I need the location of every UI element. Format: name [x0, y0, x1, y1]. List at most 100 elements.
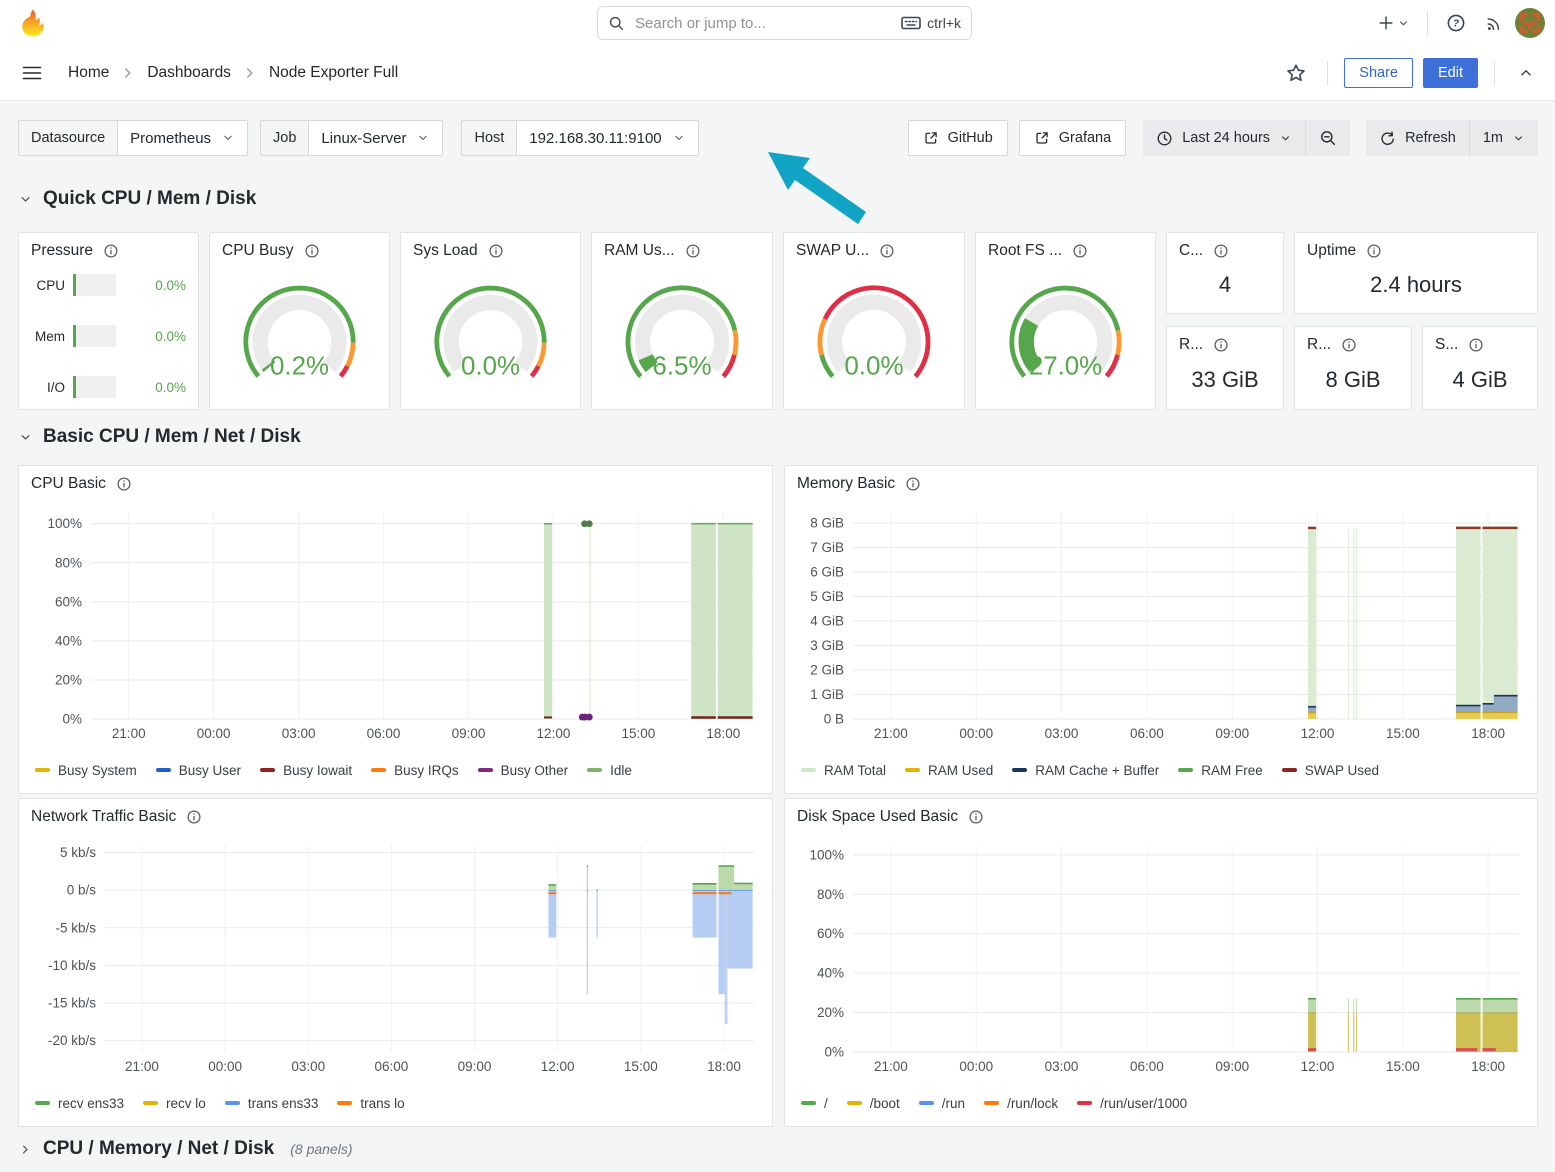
- info-icon[interactable]: [1213, 337, 1229, 353]
- divider: [1494, 61, 1495, 85]
- svg-text:0 B: 0 B: [824, 712, 844, 727]
- svg-text:21:00: 21:00: [112, 726, 146, 741]
- legend-item[interactable]: recv lo: [143, 1096, 206, 1111]
- legend-item[interactable]: trans lo: [337, 1096, 404, 1111]
- legend-item[interactable]: RAM Used: [905, 763, 993, 778]
- refresh-button[interactable]: Refresh: [1366, 120, 1469, 156]
- external-link-icon: [923, 130, 939, 146]
- panel-title[interactable]: C...: [1179, 242, 1203, 260]
- panel-memory-basic: Memory Basic 21:0000:0003:0006:0009:0012…: [784, 465, 1538, 794]
- panel-title[interactable]: Memory Basic: [797, 475, 895, 493]
- variable-label: Job: [260, 120, 308, 156]
- time-range-picker[interactable]: Last 24 hours: [1143, 120, 1305, 156]
- legend-label: RAM Free: [1201, 763, 1263, 778]
- new-button[interactable]: [1373, 7, 1414, 39]
- edit-button[interactable]: Edit: [1423, 58, 1478, 88]
- breadcrumb-dashboards[interactable]: Dashboards: [147, 64, 231, 82]
- svg-text:03:00: 03:00: [1045, 726, 1079, 741]
- favorite-button[interactable]: [1281, 57, 1311, 89]
- svg-text:18:00: 18:00: [707, 1059, 741, 1074]
- panel-title[interactable]: R...: [1179, 336, 1203, 354]
- breadcrumb-home[interactable]: Home: [68, 64, 109, 82]
- info-icon[interactable]: [1468, 337, 1484, 353]
- svg-text:21:00: 21:00: [874, 1059, 908, 1074]
- info-icon[interactable]: [1366, 243, 1382, 259]
- section-basic-cpu-mem-net-disk[interactable]: Basic CPU / Mem / Net / Disk: [18, 426, 301, 448]
- info-icon[interactable]: [1072, 243, 1088, 259]
- host-select[interactable]: 192.168.30.11:9100: [516, 120, 698, 156]
- grafana-logo-icon[interactable]: [18, 8, 48, 38]
- legend-item[interactable]: /run/user/1000: [1077, 1096, 1187, 1111]
- refresh-interval-select[interactable]: 1m: [1470, 120, 1538, 156]
- info-icon[interactable]: [905, 476, 921, 492]
- legend-item[interactable]: Busy Iowait: [260, 763, 352, 778]
- info-icon[interactable]: [186, 809, 202, 825]
- panel-title[interactable]: R...: [1307, 336, 1331, 354]
- menu-toggle-icon[interactable]: [20, 61, 44, 85]
- panel-title[interactable]: RAM Us...: [604, 242, 675, 260]
- legend-item[interactable]: recv ens33: [35, 1096, 124, 1111]
- panel-title[interactable]: Root FS ...: [988, 242, 1062, 260]
- panel-title[interactable]: SWAP U...: [796, 242, 869, 260]
- search-input[interactable]: [633, 14, 893, 33]
- info-icon[interactable]: [968, 809, 984, 825]
- info-icon[interactable]: [879, 243, 895, 259]
- legend-item[interactable]: RAM Cache + Buffer: [1012, 763, 1159, 778]
- job-select[interactable]: Linux-Server: [308, 120, 443, 156]
- collapse-toolbar-button[interactable]: [1511, 57, 1541, 89]
- svg-text:0%: 0%: [824, 1045, 844, 1060]
- legend-item[interactable]: /boot: [847, 1096, 900, 1111]
- github-link-button[interactable]: GitHub: [908, 120, 1008, 156]
- svg-text:6 GiB: 6 GiB: [810, 565, 844, 580]
- info-icon[interactable]: [685, 243, 701, 259]
- legend-item[interactable]: Busy System: [35, 763, 137, 778]
- zoom-out-button[interactable]: [1306, 120, 1350, 156]
- cpu-basic-plot[interactable]: 21:0000:0003:0006:0009:0012:0015:0018:00…: [29, 502, 762, 745]
- info-icon[interactable]: [103, 243, 119, 259]
- news-button[interactable]: [1478, 7, 1508, 39]
- panel-title[interactable]: Network Traffic Basic: [31, 808, 176, 826]
- svg-text:5 GiB: 5 GiB: [810, 589, 844, 604]
- info-icon[interactable]: [116, 476, 132, 492]
- search-box[interactable]: ctrl+k: [597, 6, 972, 40]
- legend-item[interactable]: /run/lock: [984, 1096, 1058, 1111]
- share-button[interactable]: Share: [1344, 58, 1413, 88]
- info-icon[interactable]: [488, 243, 504, 259]
- legend-swatch: [337, 1101, 352, 1106]
- disk-space-plot[interactable]: 21:0000:0003:0006:0009:0012:0015:0018:00…: [795, 835, 1527, 1078]
- legend-item[interactable]: /run: [919, 1096, 965, 1111]
- legend-item[interactable]: Idle: [587, 763, 632, 778]
- section-quick-cpu-mem-disk[interactable]: Quick CPU / Mem / Disk: [18, 188, 256, 210]
- info-icon[interactable]: [304, 243, 320, 259]
- chevron-down-icon: [1397, 17, 1410, 30]
- info-icon[interactable]: [1341, 337, 1357, 353]
- panel-title[interactable]: Sys Load: [413, 242, 478, 260]
- network-traffic-plot[interactable]: 21:0000:0003:0006:0009:0012:0015:0018:00…: [29, 835, 762, 1078]
- legend-item[interactable]: RAM Total: [801, 763, 886, 778]
- panel-title[interactable]: CPU Basic: [31, 475, 106, 493]
- legend-item[interactable]: SWAP Used: [1282, 763, 1379, 778]
- section-cpu-memory-net-disk[interactable]: CPU / Memory / Net / Disk (8 panels): [18, 1138, 353, 1160]
- grafana-link-button[interactable]: Grafana: [1019, 120, 1126, 156]
- legend-item[interactable]: Busy IRQs: [371, 763, 459, 778]
- legend-item[interactable]: Busy Other: [478, 763, 569, 778]
- user-avatar[interactable]: [1515, 8, 1545, 38]
- info-icon[interactable]: [1213, 243, 1229, 259]
- svg-text:18:00: 18:00: [1471, 726, 1505, 741]
- svg-text:18:00: 18:00: [1471, 1059, 1505, 1074]
- panel-title[interactable]: CPU Busy: [222, 242, 294, 260]
- legend-swatch: [371, 768, 386, 773]
- datasource-select[interactable]: Prometheus: [117, 120, 248, 156]
- svg-text:8 GiB: 8 GiB: [810, 516, 844, 531]
- help-button[interactable]: ?: [1441, 7, 1471, 39]
- panel-title[interactable]: Uptime: [1307, 242, 1356, 260]
- legend-item[interactable]: Busy User: [156, 763, 241, 778]
- panel-title[interactable]: S...: [1435, 336, 1458, 354]
- panel-title[interactable]: Disk Space Used Basic: [797, 808, 958, 826]
- panel-title[interactable]: Pressure: [31, 242, 93, 260]
- legend-label: Busy User: [179, 763, 241, 778]
- legend-item[interactable]: RAM Free: [1178, 763, 1263, 778]
- legend-item[interactable]: /: [801, 1096, 828, 1111]
- legend-item[interactable]: trans ens33: [225, 1096, 319, 1111]
- memory-basic-plot[interactable]: 21:0000:0003:0006:0009:0012:0015:0018:00…: [795, 502, 1527, 745]
